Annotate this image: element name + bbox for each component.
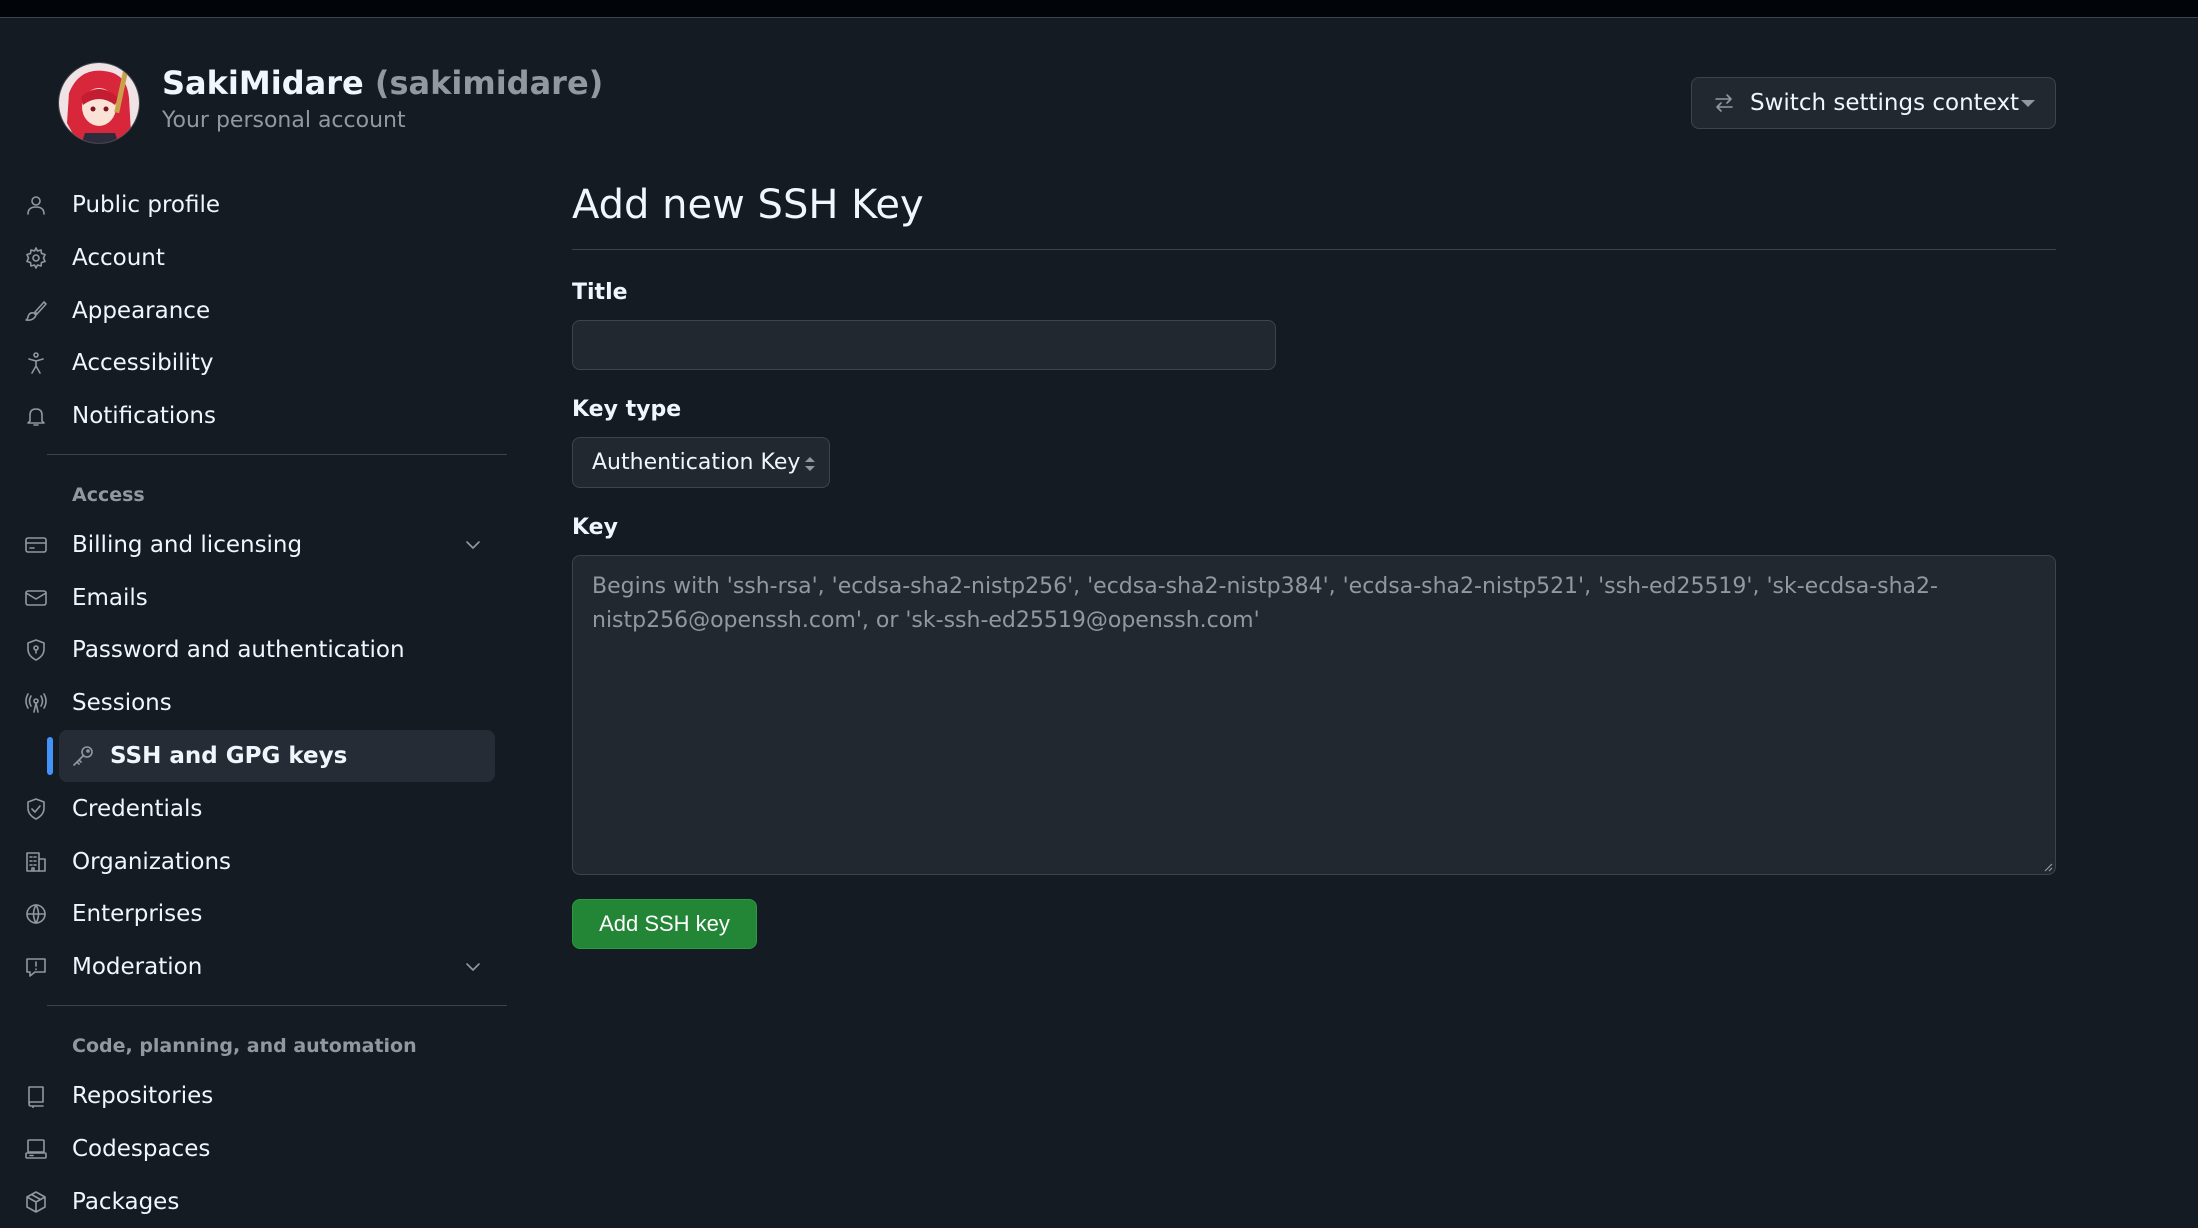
active-indicator: [47, 737, 53, 775]
sidebar-item-codespaces[interactable]: Codespaces: [12, 1123, 495, 1175]
sidebar-item-emails[interactable]: Emails: [12, 572, 495, 624]
report-icon: [26, 958, 46, 977]
sidebar-item-label: Accessibility: [72, 350, 214, 376]
sidebar-divider: [47, 454, 507, 455]
shield-lock-icon: [27, 639, 45, 661]
sidebar-item-label: Public profile: [72, 192, 221, 218]
sidebar-item-password-authentication[interactable]: Password and authentication: [12, 624, 495, 676]
sidebar-item-label: Appearance: [72, 298, 211, 324]
sidebar-item-label: Emails: [72, 585, 148, 611]
sidebar-item-appearance[interactable]: Appearance: [12, 285, 495, 337]
key-type-select[interactable]: Authentication Key: [572, 437, 830, 488]
sidebar-item-public-profile[interactable]: Public profile: [12, 179, 495, 231]
sidebar-item-accessibility[interactable]: Accessibility: [12, 337, 495, 389]
caret-down-icon: [2021, 100, 2035, 107]
sidebar-item-sessions[interactable]: Sessions: [12, 677, 495, 729]
sidebar-item-label: Notifications: [72, 403, 216, 429]
sidebar-item-label: Sessions: [72, 690, 172, 716]
section-title-code: Code, planning, and automation: [72, 1035, 417, 1057]
credit-card-icon: [25, 537, 47, 553]
sidebar-item-notifications[interactable]: Notifications: [12, 390, 495, 442]
sidebar-item-label: Enterprises: [72, 901, 203, 927]
mail-icon: [25, 590, 47, 606]
key-placeholder: Begins with 'ssh-rsa', 'ecdsa-sha2-nistp…: [592, 574, 1938, 633]
sidebar-item-billing[interactable]: Billing and licensing: [12, 519, 495, 571]
paintbrush-icon: [25, 301, 47, 321]
repo-icon: [28, 1086, 44, 1108]
sidebar-item-credentials[interactable]: Credentials: [12, 783, 495, 835]
chevron-down-icon[interactable]: [463, 535, 483, 555]
codespaces-icon: [25, 1139, 47, 1159]
avatar[interactable]: [58, 62, 140, 144]
sidebar-item-account[interactable]: Account: [12, 232, 495, 284]
switch-settings-context-label: Switch settings context: [1750, 90, 2020, 116]
top-bar: [0, 0, 2198, 18]
add-ssh-key-button[interactable]: Add SSH key: [572, 899, 757, 949]
account-subtitle: Your personal account: [162, 108, 406, 133]
section-title-access: Access: [72, 484, 145, 506]
sidebar-item-label: Organizations: [72, 849, 232, 875]
chevron-down-icon[interactable]: [463, 957, 483, 977]
person-icon: [27, 196, 45, 215]
sidebar-item-label: Credentials: [72, 796, 203, 822]
sidebar-item-label: Billing and licensing: [72, 532, 303, 558]
account-name: SakiMidare (sakimidare): [162, 64, 603, 102]
title-input[interactable]: [572, 320, 1276, 370]
key-textarea[interactable]: Begins with 'ssh-rsa', 'ecdsa-sha2-nistp…: [572, 555, 2056, 875]
select-arrows-icon: [805, 457, 815, 471]
key-label: Key: [572, 515, 618, 540]
sidebar-item-moderation[interactable]: Moderation: [12, 941, 495, 993]
page-title: Add new SSH Key: [572, 182, 924, 228]
broadcast-icon: [25, 693, 47, 713]
key-icon: [73, 746, 93, 766]
sidebar-item-label: Packages: [72, 1189, 180, 1215]
shield-check-icon: [27, 798, 45, 820]
title-label: Title: [572, 280, 628, 305]
sidebar-item-label: Moderation: [72, 954, 203, 980]
display-name: SakiMidare: [162, 64, 364, 102]
sidebar-item-ssh-gpg-keys[interactable]: SSH and GPG keys: [59, 730, 495, 782]
sidebar-item-label: Account: [72, 245, 165, 271]
gear-icon: [26, 247, 46, 269]
sidebar-item-label: SSH and GPG keys: [110, 743, 348, 769]
globe-icon: [26, 904, 46, 924]
sidebar-item-organizations[interactable]: Organizations: [12, 836, 495, 888]
sidebar-item-enterprises[interactable]: Enterprises: [12, 888, 495, 940]
arrow-switch-icon: [1715, 94, 1733, 112]
organization-icon: [26, 852, 46, 872]
key-type-label: Key type: [572, 397, 682, 422]
sidebar-item-label: Repositories: [72, 1083, 214, 1109]
switch-settings-context-button[interactable]: Switch settings context: [1691, 77, 2056, 129]
package-icon: [26, 1191, 46, 1213]
bell-icon: [27, 408, 45, 426]
sidebar-item-label: Codespaces: [72, 1136, 211, 1162]
resize-handle-icon[interactable]: [2041, 860, 2053, 872]
key-type-selected-value: Authentication Key: [592, 450, 801, 475]
accessibility-icon: [28, 352, 44, 374]
sidebar-item-packages[interactable]: Packages: [12, 1176, 495, 1228]
login-name: (sakimidare): [374, 64, 604, 102]
sidebar-divider: [47, 1005, 507, 1006]
sidebar-item-repositories[interactable]: Repositories: [12, 1070, 495, 1122]
sidebar-item-label: Password and authentication: [72, 637, 405, 663]
title-divider: [572, 249, 2056, 250]
